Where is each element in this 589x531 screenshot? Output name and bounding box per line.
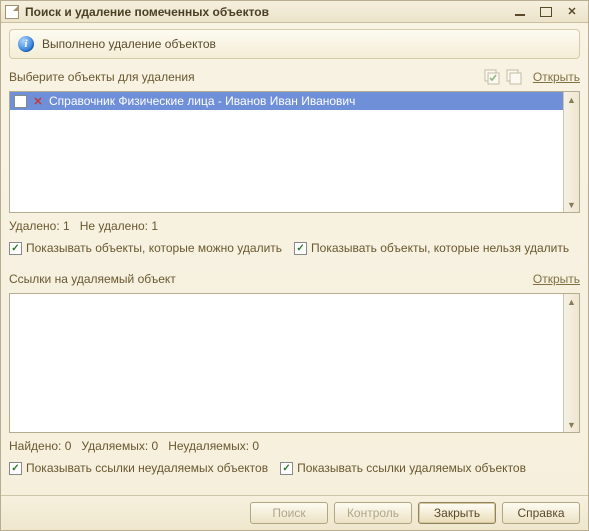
window-controls bbox=[512, 5, 584, 19]
filter-show-undeletable[interactable]: Показывать объекты, которые нельзя удали… bbox=[294, 241, 569, 255]
upper-header-row: Выберите объекты для удаления Открыть bbox=[9, 67, 580, 87]
upper-label: Выберите объекты для удаления bbox=[9, 70, 195, 84]
refs-scrollbar[interactable]: ▲ ▼ bbox=[563, 294, 579, 432]
scroll-down-icon[interactable]: ▼ bbox=[564, 417, 579, 432]
filter-show-deletable[interactable]: Показывать объекты, которые можно удалит… bbox=[9, 241, 282, 255]
notice-text: Выполнено удаление объектов bbox=[42, 37, 216, 51]
item-checkbox[interactable] bbox=[14, 95, 27, 108]
objects-list: ✕ Справочник Физические лица - Иванов Ив… bbox=[9, 91, 580, 213]
search-button[interactable]: Поиск bbox=[250, 502, 328, 524]
scroll-up-icon[interactable]: ▲ bbox=[564, 92, 579, 107]
filter-label: Показывать объекты, которые можно удалит… bbox=[26, 241, 282, 255]
checkbox-icon[interactable] bbox=[9, 462, 22, 475]
refs-list: ▲ ▼ bbox=[9, 293, 580, 433]
found-label: Найдено: bbox=[9, 439, 61, 453]
info-icon: i bbox=[18, 36, 34, 52]
close-window-button[interactable] bbox=[564, 5, 580, 19]
undeletable-count: 0 bbox=[252, 439, 259, 453]
found-count: 0 bbox=[65, 439, 72, 453]
upper-open-link[interactable]: Открыть bbox=[533, 70, 580, 84]
scroll-up-icon[interactable]: ▲ bbox=[564, 294, 579, 309]
filter-label: Показывать ссылки удаляемых объектов bbox=[297, 461, 526, 475]
filter-show-deletable-refs[interactable]: Показывать ссылки удаляемых объектов bbox=[280, 461, 526, 475]
close-button[interactable]: Закрыть bbox=[418, 502, 496, 524]
checkbox-icon[interactable] bbox=[280, 462, 293, 475]
minimize-button[interactable] bbox=[512, 5, 528, 19]
refs-header-row: Ссылки на удаляемый объект Открыть bbox=[9, 269, 580, 289]
notice-panel: i Выполнено удаление объектов bbox=[9, 29, 580, 59]
objects-scrollbar[interactable]: ▲ ▼ bbox=[563, 92, 579, 212]
help-button[interactable]: Справка bbox=[502, 502, 580, 524]
refs-label: Ссылки на удаляемый объект bbox=[9, 272, 176, 286]
not-deleted-count: 1 bbox=[151, 219, 158, 233]
item-text: Справочник Физические лица - Иванов Иван… bbox=[49, 94, 355, 108]
upper-status: Удалено: 1 Не удалено: 1 bbox=[9, 217, 580, 235]
uncheck-all-icon[interactable] bbox=[505, 68, 523, 86]
window-root: Поиск и удаление помеченных объектов i В… bbox=[0, 0, 589, 531]
delete-mark-icon: ✕ bbox=[32, 95, 44, 107]
not-deleted-label: Не удалено: bbox=[80, 219, 148, 233]
scroll-down-icon[interactable]: ▼ bbox=[564, 197, 579, 212]
undeletable-label: Неудаляемых: bbox=[168, 439, 249, 453]
body-area: i Выполнено удаление объектов Выберите о… bbox=[1, 23, 588, 495]
list-item[interactable]: ✕ Справочник Физические лица - Иванов Ив… bbox=[10, 92, 563, 110]
deleted-count: 1 bbox=[63, 219, 70, 233]
filter-label: Показывать ссылки неудаляемых объектов bbox=[26, 461, 268, 475]
window-title: Поиск и удаление помеченных объектов bbox=[25, 5, 512, 19]
filter-label: Показывать объекты, которые нельзя удали… bbox=[311, 241, 569, 255]
bottom-bar: Поиск Контроль Закрыть Справка bbox=[1, 495, 588, 530]
refs-status: Найдено: 0 Удаляемых: 0 Неудаляемых: 0 bbox=[9, 437, 580, 455]
objects-list-content[interactable]: ✕ Справочник Физические лица - Иванов Ив… bbox=[10, 92, 563, 212]
checkbox-icon[interactable] bbox=[9, 242, 22, 255]
refs-open-link[interactable]: Открыть bbox=[533, 272, 580, 286]
refs-filters: Показывать ссылки неудаляемых объектов П… bbox=[9, 459, 580, 477]
deletable-count: 0 bbox=[152, 439, 159, 453]
deleted-label: Удалено: bbox=[9, 219, 60, 233]
checkbox-icon[interactable] bbox=[294, 242, 307, 255]
check-all-icon[interactable] bbox=[483, 68, 501, 86]
titlebar[interactable]: Поиск и удаление помеченных объектов bbox=[1, 1, 588, 23]
refs-list-content[interactable] bbox=[10, 294, 563, 432]
filter-show-undeletable-refs[interactable]: Показывать ссылки неудаляемых объектов bbox=[9, 461, 268, 475]
upper-filters: Показывать объекты, которые можно удалит… bbox=[9, 239, 580, 257]
document-icon bbox=[5, 5, 19, 19]
control-button[interactable]: Контроль bbox=[334, 502, 412, 524]
deletable-label: Удаляемых: bbox=[81, 439, 148, 453]
maximize-button[interactable] bbox=[538, 5, 554, 19]
